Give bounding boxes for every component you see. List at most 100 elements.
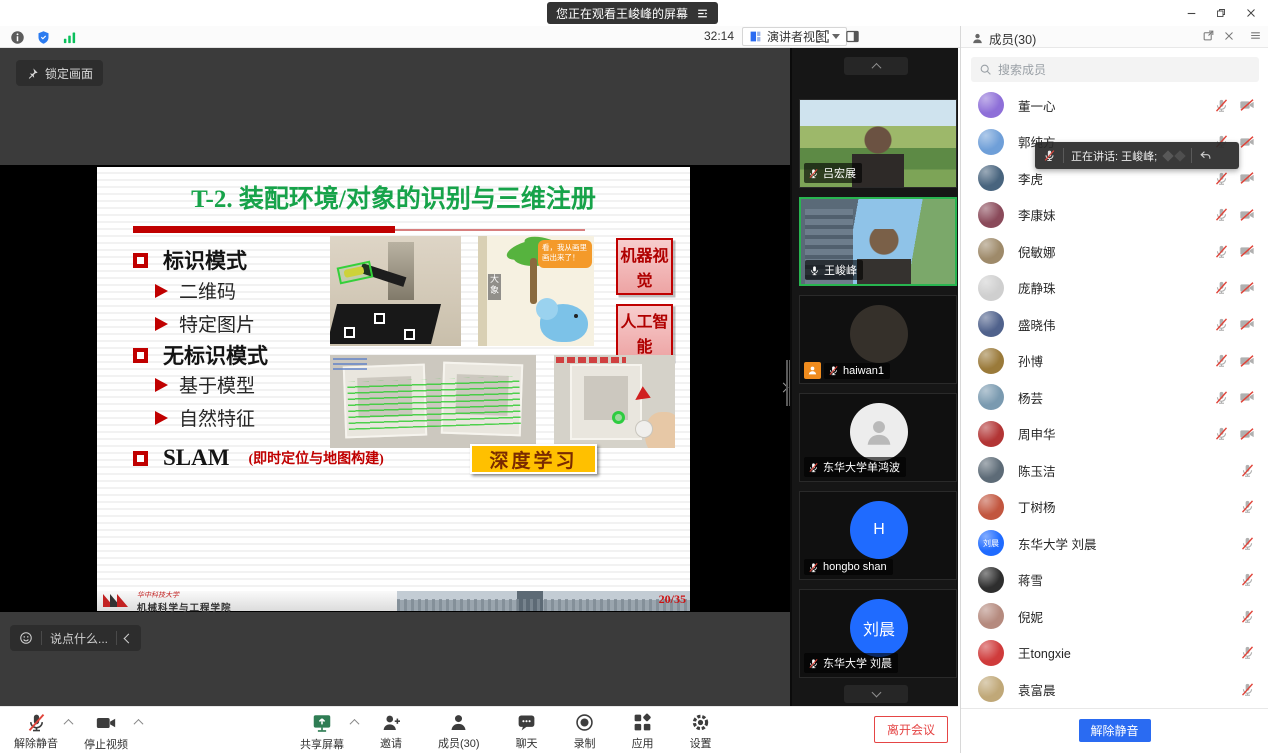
lock-view-button[interactable]: 锁定画面: [16, 60, 103, 86]
unmute-button[interactable]: 解除静音: [1079, 719, 1151, 742]
camera-off-icon[interactable]: [1239, 134, 1255, 150]
security-shield-icon[interactable]: [36, 30, 51, 45]
mic-muted-icon[interactable]: [1240, 463, 1255, 478]
member-row[interactable]: 丁树杨: [961, 489, 1268, 526]
slide-title: T-2. 装配环境/对象的识别与三维注册: [97, 179, 690, 215]
avatar: [978, 165, 1004, 191]
member-row[interactable]: 陈玉洁: [961, 452, 1268, 489]
camera-off-icon[interactable]: [1239, 316, 1255, 332]
video-thumbnail[interactable]: haiwan1: [799, 295, 957, 384]
camera-off-icon[interactable]: [1239, 243, 1255, 259]
member-row[interactable]: 李康妹: [961, 197, 1268, 234]
mic-muted-icon[interactable]: [1214, 280, 1229, 295]
member-name: 杨芸: [1018, 388, 1043, 407]
mic-muted-icon[interactable]: [1214, 353, 1229, 368]
view-mode-select[interactable]: 演讲者视图: [742, 27, 847, 46]
member-row[interactable]: 刘晨 东华大学 刘晨: [961, 525, 1268, 562]
mic-muted-icon[interactable]: [1240, 536, 1255, 551]
collapse-thumbnails-up-button[interactable]: [844, 57, 908, 75]
mic-muted-icon[interactable]: [1214, 207, 1229, 222]
panel-menu-icon[interactable]: [1249, 29, 1262, 42]
mic-muted-icon[interactable]: [1240, 572, 1255, 587]
share-screen-button[interactable]: 共享屏幕: [300, 712, 344, 752]
meeting-toolbar: 32:14 演讲者视图: [0, 26, 960, 48]
member-row[interactable]: 袁富晨: [961, 671, 1268, 708]
member-row[interactable]: 孙博: [961, 343, 1268, 380]
collapse-chat-icon[interactable]: [124, 633, 134, 643]
member-row[interactable]: 王tongxie: [961, 635, 1268, 672]
members-button[interactable]: 成员(30): [438, 712, 480, 752]
arrow-bullet-icon: [155, 378, 168, 392]
stop-video-button[interactable]: 停止视频: [84, 712, 128, 752]
record-button[interactable]: 录制: [574, 712, 596, 752]
settings-button[interactable]: 设置: [690, 712, 712, 752]
ar-marker-mat: [330, 304, 441, 344]
popout-panel-icon[interactable]: [1202, 29, 1215, 42]
side-panel-toggle-icon[interactable]: [845, 29, 860, 44]
member-row[interactable]: 倪敏娜: [961, 233, 1268, 270]
avatar: [978, 676, 1004, 702]
unmute-audio-button[interactable]: 解除静音: [14, 712, 58, 752]
camera-off-icon[interactable]: [1239, 97, 1255, 113]
mic-muted-icon[interactable]: [1240, 609, 1255, 624]
reply-icon[interactable]: [1199, 149, 1212, 162]
camera-off-icon[interactable]: [1239, 426, 1255, 442]
mic-muted-icon[interactable]: [1214, 244, 1229, 259]
video-thumbnail[interactable]: 吕宏展: [799, 99, 957, 188]
speaking-toast: 正在讲话: 王峻峰;: [1035, 142, 1239, 169]
quick-chat-entry[interactable]: 说点什么...: [10, 625, 141, 651]
speech-bubble: 看，我从画里画出来了！: [538, 240, 592, 268]
avatar: [978, 92, 1004, 118]
camera-off-icon[interactable]: [1239, 389, 1255, 405]
video-thumbnail[interactable]: 王峻峰: [799, 197, 957, 286]
members-panel-header: 成员(30): [961, 26, 1268, 48]
avatar: [850, 305, 908, 363]
member-row[interactable]: 倪妮: [961, 598, 1268, 635]
member-row[interactable]: 周申华: [961, 416, 1268, 453]
mic-muted-icon[interactable]: [1214, 98, 1229, 113]
minimize-button[interactable]: [1176, 0, 1206, 26]
mic-muted-icon[interactable]: [1240, 682, 1255, 697]
mic-muted-icon[interactable]: [1214, 171, 1229, 186]
fullscreen-icon[interactable]: [815, 29, 830, 44]
member-row[interactable]: 蒋雪: [961, 562, 1268, 599]
watch-list-icon[interactable]: [696, 7, 709, 20]
video-options-chevron[interactable]: [134, 719, 144, 729]
search-input[interactable]: [998, 63, 1251, 77]
mic-muted-icon[interactable]: [1240, 499, 1255, 514]
member-row[interactable]: 董一心: [961, 87, 1268, 124]
mic-muted-icon[interactable]: [1240, 645, 1255, 660]
collapse-thumbnails-down-button[interactable]: [844, 685, 908, 703]
chat-button[interactable]: 聊天: [516, 712, 538, 752]
camera-off-icon[interactable]: [1239, 280, 1255, 296]
meeting-info-icon[interactable]: [10, 30, 25, 45]
restore-button[interactable]: [1206, 0, 1236, 26]
close-panel-icon[interactable]: [1223, 30, 1235, 42]
mic-muted-icon[interactable]: [1214, 390, 1229, 405]
chat-input-placeholder[interactable]: 说点什么...: [50, 630, 108, 647]
apps-button[interactable]: 应用: [632, 712, 654, 752]
network-signal-icon[interactable]: [62, 30, 77, 45]
invite-button[interactable]: 邀请: [380, 712, 402, 752]
mic-muted-icon[interactable]: [1214, 317, 1229, 332]
member-row[interactable]: 杨芸: [961, 379, 1268, 416]
member-row[interactable]: 盛晓伟: [961, 306, 1268, 343]
leave-meeting-button[interactable]: 离开会议: [874, 716, 948, 743]
video-thumbnail[interactable]: 刘晨 东华大学 刘晨: [799, 589, 957, 678]
camera-off-icon[interactable]: [1239, 170, 1255, 186]
video-thumbnail[interactable]: 东华大学单鸿波: [799, 393, 957, 482]
avatar: [978, 421, 1004, 447]
mic-muted-icon: [828, 365, 839, 376]
thumbnail-list: 吕宏展 王峻峰: [799, 99, 957, 678]
close-button[interactable]: [1236, 0, 1266, 26]
camera-off-icon[interactable]: [1239, 353, 1255, 369]
mic-muted-icon[interactable]: [1214, 426, 1229, 441]
title-underline: [133, 226, 395, 233]
audio-options-chevron[interactable]: [64, 719, 74, 729]
member-search-box[interactable]: [971, 57, 1259, 82]
member-row[interactable]: 庞静珠: [961, 270, 1268, 307]
share-options-chevron[interactable]: [350, 719, 360, 729]
camera-off-icon[interactable]: [1239, 207, 1255, 223]
emoji-icon[interactable]: [19, 631, 33, 645]
video-thumbnail[interactable]: H hongbo shan: [799, 491, 957, 580]
